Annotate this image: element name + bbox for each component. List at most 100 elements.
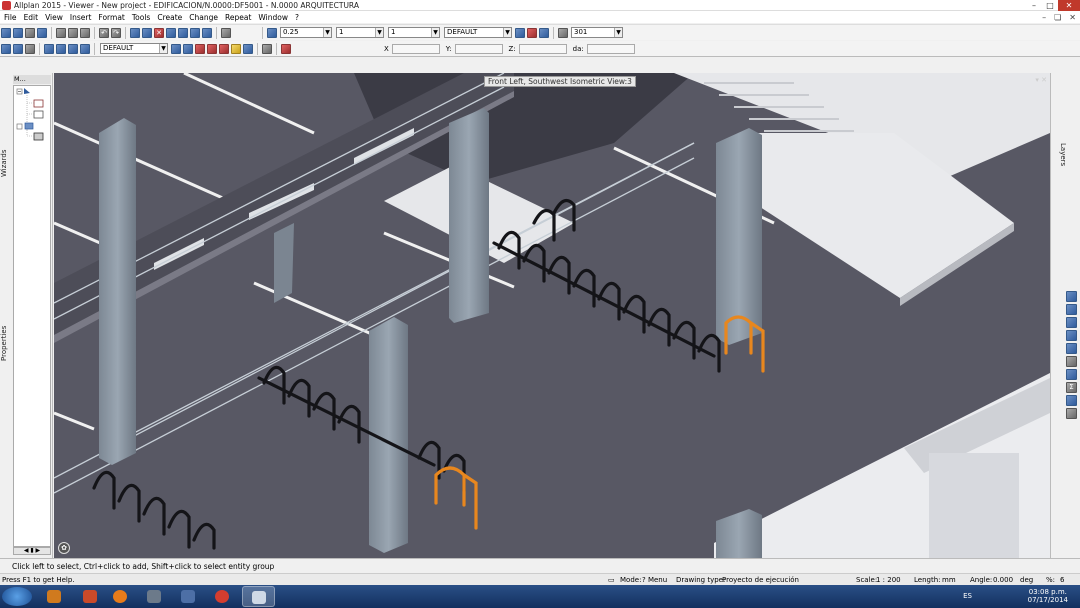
menu-edit[interactable]: Edit bbox=[24, 13, 39, 22]
layer-highlight-icon[interactable] bbox=[231, 43, 241, 54]
3d-viewport[interactable]: Front Left, Southwest Isometric View:3 ▾… bbox=[54, 73, 1050, 558]
menu-format[interactable]: Format bbox=[98, 13, 124, 22]
layer-freeze-icon[interactable] bbox=[219, 43, 229, 54]
percent-value[interactable]: 6 bbox=[1060, 576, 1064, 584]
taskbar-allplan-tool[interactable] bbox=[172, 586, 205, 607]
measure-icon[interactable] bbox=[1066, 304, 1077, 315]
layer-visible-icon[interactable] bbox=[183, 43, 193, 54]
calculator-icon[interactable] bbox=[262, 43, 272, 54]
filter-icon[interactable] bbox=[1066, 343, 1077, 354]
stack-icon[interactable] bbox=[1066, 330, 1077, 341]
allplan-app-icon[interactable] bbox=[2, 1, 11, 10]
taskbar-chrome[interactable] bbox=[206, 586, 239, 607]
pattern-icon[interactable] bbox=[558, 27, 568, 38]
layer-props-icon[interactable] bbox=[515, 27, 525, 38]
paste-icon[interactable] bbox=[80, 27, 90, 38]
length-value[interactable]: mm bbox=[942, 576, 956, 584]
z-field[interactable] bbox=[518, 43, 567, 54]
delete-icon[interactable]: ✕ bbox=[154, 27, 164, 38]
window-icon[interactable] bbox=[130, 27, 140, 38]
doc-minimize-icon[interactable]: – bbox=[1042, 13, 1046, 22]
zoom-icon[interactable] bbox=[221, 27, 231, 38]
scale-icon[interactable] bbox=[56, 43, 66, 54]
layers-tab[interactable]: Layers bbox=[1059, 143, 1067, 166]
stretch-icon[interactable] bbox=[68, 43, 78, 54]
close-button[interactable]: ✕ bbox=[1058, 0, 1080, 11]
doc-restore-icon[interactable]: ❏ bbox=[1054, 13, 1061, 22]
language-indicator[interactable]: ES bbox=[963, 592, 972, 600]
clock[interactable]: 03:08 p.m. 07/17/2014 bbox=[1028, 588, 1068, 604]
open-icon[interactable] bbox=[1, 27, 11, 38]
move-icon[interactable] bbox=[1, 43, 11, 54]
tree-scrollbar[interactable]: ◀ ▮ ▶ bbox=[13, 547, 51, 555]
maximize-button[interactable]: □ bbox=[1042, 0, 1058, 11]
filter-icon[interactable] bbox=[281, 43, 291, 54]
format-icon[interactable] bbox=[527, 27, 537, 38]
minimize-button[interactable]: – bbox=[1026, 0, 1042, 11]
menu-help[interactable]: ? bbox=[295, 13, 299, 22]
taskbar-firefox[interactable] bbox=[104, 586, 137, 607]
angle-value[interactable]: 0.000 bbox=[993, 576, 1013, 584]
menu-file[interactable]: File bbox=[4, 13, 17, 22]
select-icon[interactable] bbox=[1066, 356, 1077, 367]
properties-tab[interactable]: Properties bbox=[0, 313, 13, 373]
zoom-all-icon[interactable] bbox=[178, 27, 188, 38]
format-props-icon[interactable] bbox=[539, 27, 549, 38]
pen-icon[interactable] bbox=[267, 27, 277, 38]
viewport-window-icons[interactable]: ▾ ✕ bbox=[1035, 76, 1047, 84]
taskbar-network[interactable] bbox=[138, 586, 171, 607]
undo-icon[interactable]: ↶ bbox=[99, 27, 109, 38]
menu-view[interactable]: View bbox=[45, 13, 63, 22]
layer-manager-icon[interactable] bbox=[243, 43, 253, 54]
x-field[interactable] bbox=[391, 43, 440, 54]
highlight-icon[interactable] bbox=[1066, 369, 1077, 380]
start-button[interactable] bbox=[2, 587, 32, 606]
layer-status-icon[interactable] bbox=[171, 43, 181, 54]
split-view-icon[interactable] bbox=[142, 27, 152, 38]
line-color-select[interactable]: 1 ▼ bbox=[388, 27, 440, 38]
view-3d-icon[interactable] bbox=[190, 27, 200, 38]
taskbar-media[interactable] bbox=[74, 586, 107, 607]
taskbar-allplan[interactable] bbox=[242, 586, 275, 607]
y-field[interactable] bbox=[454, 43, 503, 54]
sum-icon[interactable]: Σ bbox=[1066, 382, 1077, 393]
wizards-tab[interactable]: Wizards bbox=[0, 133, 13, 193]
menu-insert[interactable]: Insert bbox=[70, 13, 92, 22]
edit-pen-icon[interactable] bbox=[1066, 291, 1077, 302]
navigation-icon[interactable]: ✿ bbox=[58, 542, 70, 554]
copy-entities-icon[interactable] bbox=[13, 43, 23, 54]
doc-close-icon[interactable]: ✕ bbox=[1069, 13, 1076, 22]
menu-create[interactable]: Create bbox=[157, 13, 182, 22]
drawing-type-value[interactable]: Proyecto de ejecución bbox=[722, 576, 799, 584]
pen-thickness-select[interactable]: 0.25 ▼ bbox=[280, 27, 332, 38]
pattern-select[interactable]: 301 ▼ bbox=[571, 27, 623, 38]
layer-color-icon[interactable] bbox=[195, 43, 205, 54]
filter-down-icon[interactable] bbox=[1066, 317, 1077, 328]
offset-icon[interactable] bbox=[80, 43, 90, 54]
layer-lock-icon[interactable] bbox=[207, 43, 217, 54]
taskbar-media-player[interactable] bbox=[38, 586, 71, 607]
menu-change[interactable]: Change bbox=[189, 13, 218, 22]
layer-select-top[interactable]: DEFAULT ▼ bbox=[444, 27, 512, 38]
cube-icon[interactable] bbox=[202, 27, 212, 38]
print-icon[interactable] bbox=[25, 27, 35, 38]
layer-select-left[interactable]: DEFAULT ▼ bbox=[100, 43, 168, 54]
funnel-icon[interactable] bbox=[1066, 395, 1077, 406]
line-type-select[interactable]: 1 ▼ bbox=[336, 27, 384, 38]
mode-value[interactable]: ? Menu bbox=[642, 576, 667, 584]
copy-icon[interactable] bbox=[68, 27, 78, 38]
scale-value[interactable]: 1 : 200 bbox=[876, 576, 901, 584]
save-icon[interactable] bbox=[13, 27, 23, 38]
menu-repeat[interactable]: Repeat bbox=[225, 13, 251, 22]
angle-unit[interactable]: deg bbox=[1020, 576, 1033, 584]
da-field[interactable] bbox=[586, 43, 635, 54]
grid-icon[interactable] bbox=[166, 27, 176, 38]
rotate-icon[interactable] bbox=[44, 43, 54, 54]
cut-icon[interactable] bbox=[56, 27, 66, 38]
layer-icon[interactable] bbox=[37, 27, 47, 38]
mirror-icon[interactable] bbox=[25, 43, 35, 54]
funnel-off-icon[interactable] bbox=[1066, 408, 1077, 419]
menu-tools[interactable]: Tools bbox=[132, 13, 150, 22]
menu-window[interactable]: Window bbox=[258, 13, 288, 22]
redo-icon[interactable]: ↷ bbox=[111, 27, 121, 38]
